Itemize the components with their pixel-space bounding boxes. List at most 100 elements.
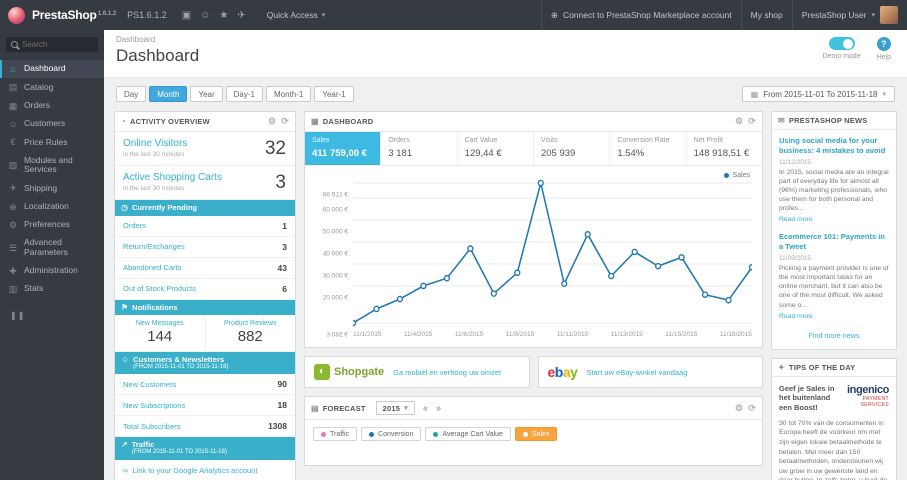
news-panel-title: PRESTASHOP NEWS bbox=[788, 116, 868, 125]
customers-row-total-subscribers[interactable]: Total Subscribers 1308 bbox=[115, 416, 295, 438]
shop-name[interactable]: PS1.6.1.2 bbox=[127, 10, 167, 20]
kpi-visits[interactable]: Visits 205 939 bbox=[534, 132, 611, 165]
prestashop-logo-icon[interactable] bbox=[8, 6, 25, 24]
kpi-net-profit[interactable]: Net Profit 148 918,51 € bbox=[687, 132, 762, 165]
section-subtitle: (FROM 2015-11-01 TO 2015-11-18) bbox=[133, 364, 229, 371]
kpi-label: Orders bbox=[388, 137, 410, 144]
article-title[interactable]: Using social media for your business: 4 … bbox=[779, 136, 889, 156]
sales-chart-wrap: 66 912 € 60 000 € 50 000 € 40 000 € 30 000 €… bbox=[305, 166, 762, 339]
my-shop-link[interactable]: My shop bbox=[740, 0, 792, 30]
gear-icon[interactable]: ⚙ bbox=[268, 116, 276, 127]
forecast-year-select[interactable]: 2015 ▾ bbox=[375, 401, 415, 415]
sidebar-item-modules[interactable]: ▧ Modules and Services bbox=[0, 152, 104, 180]
chart-legend[interactable]: Sales bbox=[724, 172, 750, 179]
kpi-label: Conversion Rate bbox=[617, 137, 670, 144]
forecast-legend-conversion[interactable]: Conversion bbox=[361, 427, 422, 441]
shipping-icon: ✈ bbox=[9, 183, 17, 194]
sales-dot bbox=[522, 431, 528, 437]
range-button-year[interactable]: Year bbox=[190, 86, 223, 102]
product-reviews-cell[interactable]: Product Reviews 882 bbox=[204, 315, 296, 352]
online-visitors-stat[interactable]: Online Visitors in the last 30 minutes 3… bbox=[115, 132, 295, 166]
read-more-link[interactable]: Read more bbox=[779, 216, 813, 223]
range-button-year-1[interactable]: Year-1 bbox=[314, 86, 354, 102]
sidebar-item-dashboard[interactable]: ⌂ Dashboard bbox=[0, 60, 104, 79]
range-button-day[interactable]: Day bbox=[116, 86, 147, 102]
range-button-month-1[interactable]: Month-1 bbox=[265, 86, 312, 102]
sidebar-item-catalog[interactable]: ▤ Catalog bbox=[0, 78, 104, 96]
sidebar-collapse-button[interactable]: ❚❚ bbox=[10, 311, 104, 320]
user-menu[interactable]: PrestaShop User ▾ bbox=[791, 0, 907, 30]
sidebar-item-label: Preferences bbox=[24, 219, 70, 230]
date-range-picker[interactable]: ▦ From 2015-11-01 To 2015-11-18 ▾ bbox=[741, 86, 895, 102]
sidebar-item-price-rules[interactable]: € Price Rules bbox=[0, 133, 104, 151]
demo-mode-toggle[interactable] bbox=[828, 37, 855, 50]
forecast-legend-sales[interactable]: Sales bbox=[514, 427, 558, 441]
kpi-cart-value[interactable]: Cart Value 129,44 € bbox=[458, 132, 534, 165]
google-analytics-link[interactable]: ∞ Link to your Google Analytics account bbox=[115, 460, 295, 480]
sidebar-item-stats[interactable]: ▥ Stats bbox=[0, 280, 104, 298]
activity-icon: ◔ bbox=[121, 117, 127, 126]
chevron-down-icon: ▾ bbox=[404, 405, 408, 412]
next-year-button[interactable]: » bbox=[436, 403, 441, 413]
ebay-link[interactable]: Start uw eBay-winkel vandaag bbox=[586, 368, 687, 377]
forecast-legend-average-cart-value[interactable]: Average Cart Value bbox=[425, 427, 511, 441]
help-icon[interactable]: ? bbox=[876, 37, 891, 51]
catalog-icon: ▤ bbox=[8, 82, 18, 93]
sidebar-item-shipping[interactable]: ✈ Shipping bbox=[0, 179, 104, 197]
customers-row-new-subscriptions[interactable]: New Subscriptions 18 bbox=[115, 395, 295, 417]
pending-row-orders[interactable]: Orders 1 bbox=[115, 216, 295, 237]
forecast-legend-traffic[interactable]: Traffic bbox=[313, 427, 358, 441]
range-button-day-1[interactable]: Day-1 bbox=[225, 86, 263, 102]
sidebar-item-administration[interactable]: ✚ Administration bbox=[0, 262, 104, 280]
refresh-icon[interactable]: ⟳ bbox=[748, 116, 756, 127]
date-range-label: From 2015-11-01 To 2015-11-18 bbox=[763, 89, 878, 99]
y-tick-label: 20 000 € bbox=[322, 294, 348, 302]
prestashop-admin-dashboard: PrestaShop1.6.1.2 PS1.6.1.2 ▣ ☺ ★ ✈ Quic… bbox=[0, 0, 907, 480]
person-icon[interactable]: ☺ bbox=[200, 10, 210, 21]
preferences-icon: ⚙ bbox=[8, 219, 18, 230]
kpi-conversion-rate[interactable]: Conversion Rate 1.54% bbox=[610, 132, 687, 165]
refresh-icon[interactable]: ⟳ bbox=[748, 403, 756, 414]
breadcrumb[interactable]: Dashboard bbox=[116, 35, 895, 44]
search-input[interactable] bbox=[22, 40, 90, 49]
article-excerpt: In 2015, social media are an integral pa… bbox=[779, 168, 889, 213]
topbar-right: ⊕ Connect to PrestaShop Marketplace acco… bbox=[540, 0, 907, 30]
sidebar-item-localization[interactable]: ⊕ Localization bbox=[0, 198, 104, 216]
quick-access-menu[interactable]: Quick Access ▾ bbox=[261, 0, 332, 30]
pending-row-returns[interactable]: Return/Exchanges 3 bbox=[115, 237, 295, 258]
cell-value: 144 bbox=[147, 328, 173, 346]
article-title[interactable]: Ecommerce 101: Payments in a Tweet bbox=[779, 232, 889, 252]
cart-icon[interactable]: ▣ bbox=[182, 10, 191, 21]
refresh-icon[interactable]: ⟳ bbox=[281, 116, 289, 127]
marketplace-link[interactable]: ⊕ Connect to PrestaShop Marketplace acco… bbox=[540, 0, 741, 30]
read-more-link[interactable]: Read more bbox=[779, 313, 813, 320]
sidebar-item-customers[interactable]: ☺ Customers bbox=[0, 115, 104, 133]
kpi-value: 148 918,51 € bbox=[693, 148, 750, 159]
active-carts-stat[interactable]: Active Shopping Carts in the last 30 min… bbox=[115, 166, 295, 200]
sidebar-item-label: Catalog bbox=[24, 81, 54, 92]
customers-newsletters-header: ☺ Customers & Newsletters (FROM 2015-11-… bbox=[115, 352, 295, 375]
logo-text[interactable]: PrestaShop1.6.1.2 bbox=[32, 8, 116, 22]
gear-icon[interactable]: ⚙ bbox=[735, 116, 743, 127]
plane-icon[interactable]: ✈ bbox=[237, 10, 245, 21]
gear-icon[interactable]: ⚙ bbox=[735, 403, 743, 414]
range-button-month[interactable]: Month bbox=[149, 86, 188, 102]
shopgate-link[interactable]: Ga mobiel en verhoog uw omzet bbox=[393, 368, 501, 377]
avatar bbox=[880, 6, 898, 24]
sidebar-item-preferences[interactable]: ⚙ Preferences bbox=[0, 216, 104, 234]
article-date: 11/12/2015 bbox=[779, 158, 812, 166]
previous-year-button[interactable]: « bbox=[423, 403, 428, 413]
sidebar-item-label: Shipping bbox=[24, 182, 58, 193]
help-label: Help bbox=[876, 54, 891, 61]
kpi-sales[interactable]: Sales 411 759,00 € bbox=[305, 132, 382, 165]
find-more-news-link[interactable]: Find more news bbox=[779, 329, 889, 345]
sidebar-item-advanced-parameters[interactable]: ☰ Advanced Parameters bbox=[0, 234, 104, 262]
sidebar-item-orders[interactable]: ▦ Orders bbox=[0, 97, 104, 115]
kpi-orders[interactable]: Orders 3 181 bbox=[381, 132, 458, 165]
pending-row-out-of-stock[interactable]: Out of Stock Products 6 bbox=[115, 279, 295, 300]
sidebar-search[interactable] bbox=[6, 37, 98, 52]
customers-row-new-customers[interactable]: New Customers 90 bbox=[115, 374, 295, 396]
new-messages-cell[interactable]: New Messages 144 bbox=[115, 315, 205, 351]
star-icon[interactable]: ★ bbox=[219, 10, 228, 21]
pending-row-abandoned-carts[interactable]: Abandoned Carts 43 bbox=[115, 258, 295, 279]
